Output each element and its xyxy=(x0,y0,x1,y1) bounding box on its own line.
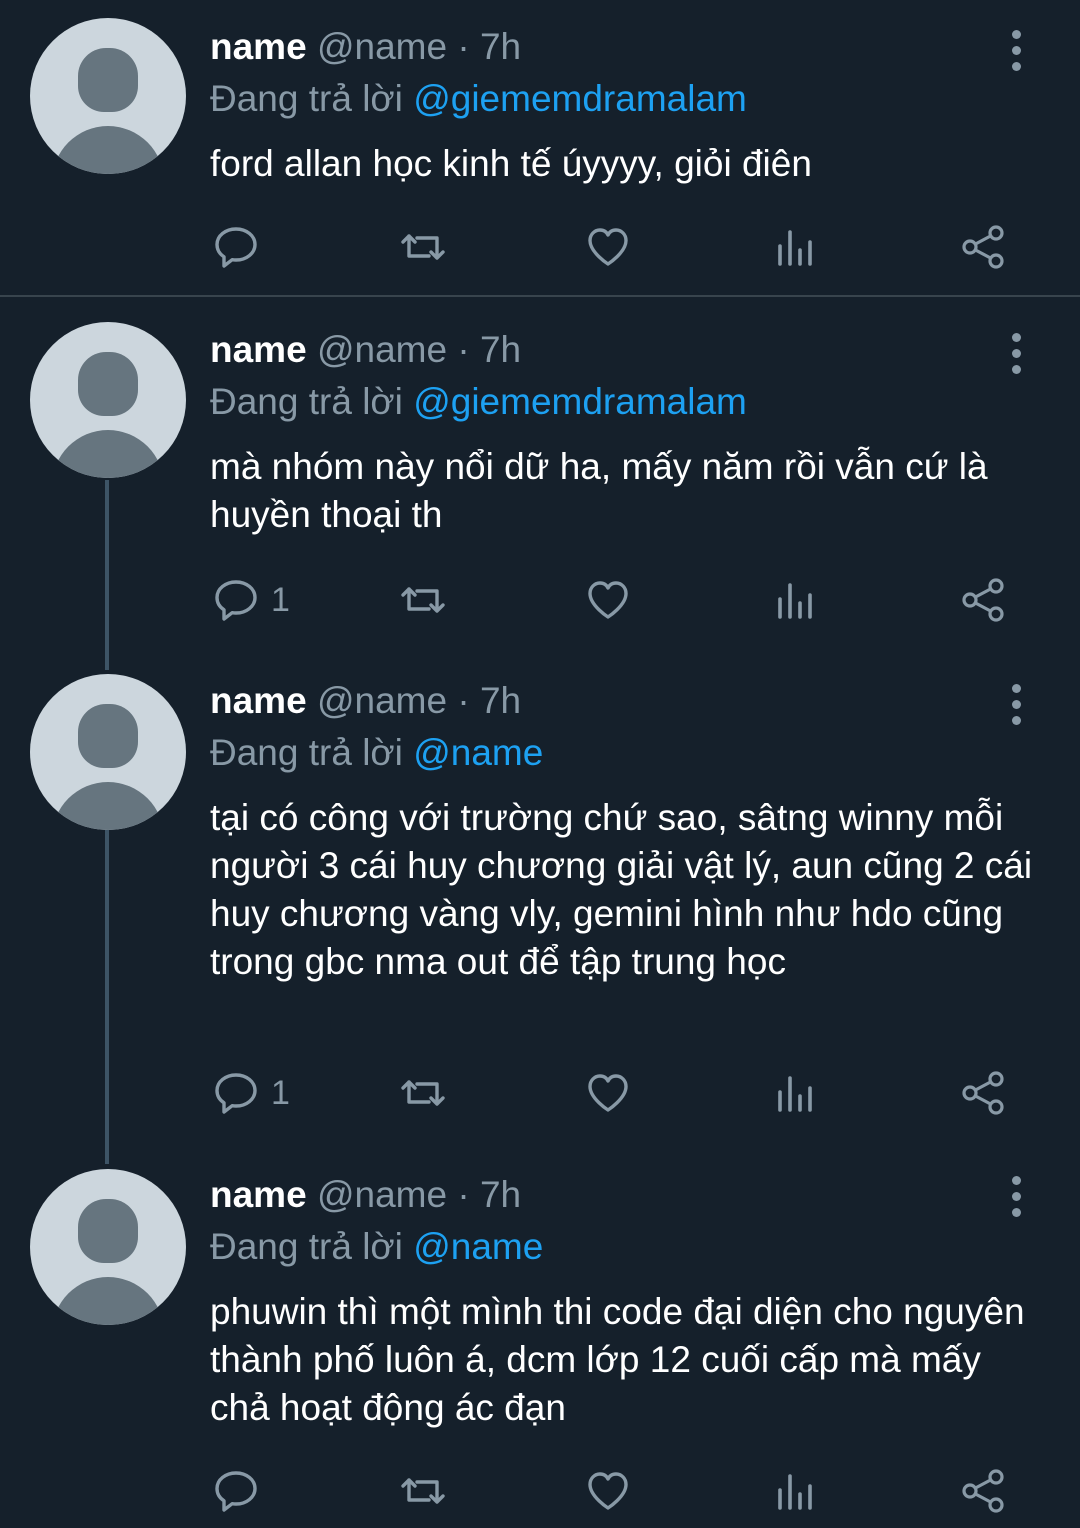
share-icon xyxy=(962,1469,1004,1513)
reply-prefix: Đang trả lời xyxy=(210,1226,403,1267)
mention-link[interactable]: @name xyxy=(413,1226,543,1267)
tweet-text: mà nhóm này nổi dữ ha, mấy năm rồi vẫn c… xyxy=(210,446,988,535)
reply-prefix: Đang trả lời xyxy=(210,78,403,119)
like-icon xyxy=(588,1074,628,1112)
tweet[interactable]: name @name · 7h Đang trả lời @name phuwi… xyxy=(0,1164,1080,1528)
avatar[interactable] xyxy=(30,322,186,478)
retweet-icon xyxy=(401,587,445,613)
reply-button[interactable]: 1 xyxy=(213,1068,290,1118)
like-button[interactable] xyxy=(585,1466,631,1516)
timestamp: 7h xyxy=(479,329,522,370)
reply-icon xyxy=(215,1073,257,1114)
retweet-icon xyxy=(401,234,445,260)
retweet-button[interactable] xyxy=(398,222,448,272)
action-bar xyxy=(0,222,1080,272)
timestamp: 7h xyxy=(479,680,522,721)
share-icon xyxy=(962,578,1004,622)
tweet[interactable]: name @name · 7h Đang trả lời @giememdram… xyxy=(0,297,1080,662)
analytics-button[interactable] xyxy=(775,575,817,625)
reply-prefix: Đang trả lời xyxy=(210,381,403,422)
tweet-text: tại có công với trường chứ sao, sâtng wi… xyxy=(210,797,1033,982)
display-name[interactable]: name xyxy=(210,1174,307,1215)
more-icon[interactable] xyxy=(1008,333,1024,377)
reply-button[interactable] xyxy=(213,1466,271,1516)
reply-context: Đang trả lời @giememdramalam xyxy=(210,381,747,423)
share-icon xyxy=(962,225,1004,269)
analytics-icon xyxy=(778,583,812,619)
analytics-button[interactable] xyxy=(775,222,817,272)
like-button[interactable] xyxy=(585,222,631,272)
share-button[interactable] xyxy=(960,575,1006,625)
retweet-button[interactable] xyxy=(398,575,448,625)
dot-separator: · xyxy=(457,680,470,721)
handle: @name xyxy=(316,26,448,67)
tweet-header: name @name · 7h xyxy=(210,329,521,371)
analytics-icon xyxy=(778,1076,812,1112)
dot-separator: · xyxy=(457,1174,470,1215)
share-button[interactable] xyxy=(960,222,1006,272)
reply-button[interactable]: 1 xyxy=(213,575,290,625)
handle: @name xyxy=(316,1174,448,1215)
tweet-header: name @name · 7h xyxy=(210,680,521,722)
display-name[interactable]: name xyxy=(210,26,307,67)
timestamp: 7h xyxy=(479,26,522,67)
like-icon xyxy=(588,228,628,266)
reply-context: Đang trả lời @giememdramalam xyxy=(210,78,747,120)
dot-separator: · xyxy=(457,329,470,370)
share-button[interactable] xyxy=(960,1466,1006,1516)
like-button[interactable] xyxy=(585,1068,631,1118)
tweet-header: name @name · 7h xyxy=(210,1174,521,1216)
dot-separator: · xyxy=(457,26,470,67)
reply-icon xyxy=(215,1471,257,1512)
avatar[interactable] xyxy=(30,1169,186,1325)
action-bar: 1 xyxy=(0,1068,1080,1118)
retweet-button[interactable] xyxy=(398,1068,448,1118)
like-icon xyxy=(588,581,628,619)
mention-link[interactable]: @giememdramalam xyxy=(413,78,747,119)
display-name[interactable]: name xyxy=(210,680,307,721)
reply-count: 1 xyxy=(271,1073,290,1112)
tweet-text: phuwin thì một mình thi code đại diện ch… xyxy=(210,1291,1025,1428)
tweet[interactable]: name @name · 7h Đang trả lời @name tại c… xyxy=(0,662,1080,1164)
like-button[interactable] xyxy=(585,575,631,625)
action-bar xyxy=(0,1466,1080,1516)
retweet-icon xyxy=(401,1080,445,1106)
timestamp: 7h xyxy=(479,1174,522,1215)
share-icon xyxy=(962,1071,1004,1115)
avatar[interactable] xyxy=(30,18,186,174)
mention-link[interactable]: @giememdramalam xyxy=(413,381,747,422)
display-name[interactable]: name xyxy=(210,329,307,370)
reply-context: Đang trả lời @name xyxy=(210,732,543,774)
like-icon xyxy=(588,1472,628,1510)
reply-button[interactable] xyxy=(213,222,271,272)
reply-icon xyxy=(215,227,257,268)
reply-prefix: Đang trả lời xyxy=(210,732,403,773)
more-icon[interactable] xyxy=(1008,30,1024,74)
retweet-button[interactable] xyxy=(398,1466,448,1516)
analytics-button[interactable] xyxy=(775,1068,817,1118)
share-button[interactable] xyxy=(960,1068,1006,1118)
analytics-button[interactable] xyxy=(775,1466,817,1516)
handle: @name xyxy=(316,329,448,370)
more-icon[interactable] xyxy=(1008,1176,1024,1220)
analytics-icon xyxy=(778,230,812,266)
reply-context: Đang trả lời @name xyxy=(210,1226,543,1268)
reply-count: 1 xyxy=(271,580,290,619)
retweet-icon xyxy=(401,1478,445,1504)
action-bar: 1 xyxy=(0,575,1080,625)
avatar[interactable] xyxy=(30,674,186,830)
tweet[interactable]: name @name · 7h Đang trả lời @giememdram… xyxy=(0,0,1080,295)
analytics-icon xyxy=(778,1474,812,1510)
handle: @name xyxy=(316,680,448,721)
more-icon[interactable] xyxy=(1008,684,1024,728)
reply-icon xyxy=(215,580,257,621)
tweet-header: name @name · 7h xyxy=(210,26,521,68)
tweet-text: ford allan học kinh tế úyyyy, giỏi điên xyxy=(210,143,812,184)
mention-link[interactable]: @name xyxy=(413,732,543,773)
